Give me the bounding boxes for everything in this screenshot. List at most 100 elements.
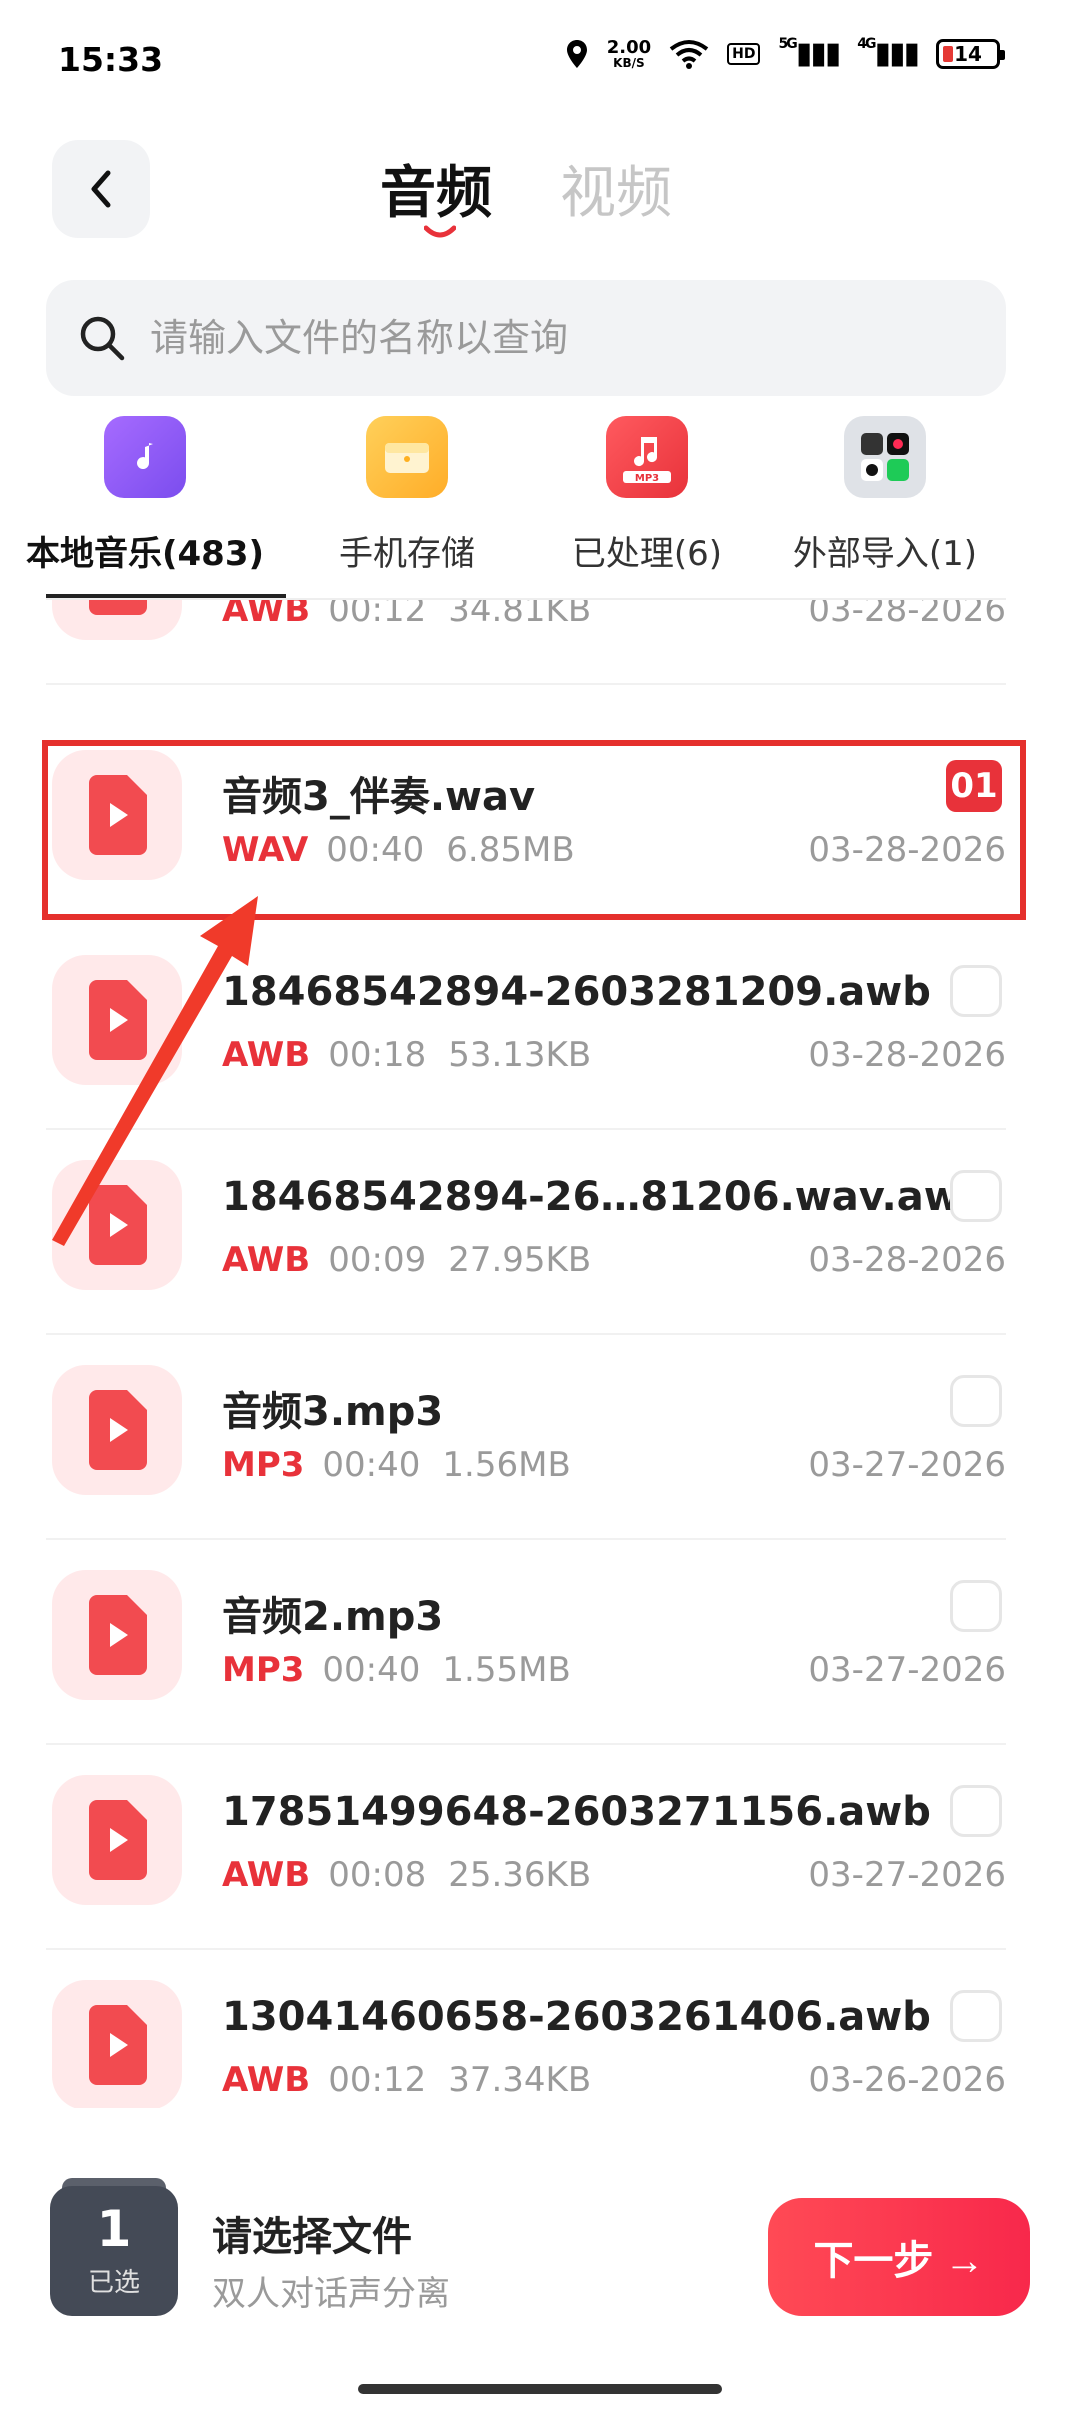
file-format: AWB [222, 1855, 311, 1895]
bottom-subtitle: 双人对话声分离 [212, 2274, 450, 2314]
file-date: 03-27-2026 [808, 1855, 1006, 1895]
category-label: 手机存储 [339, 534, 475, 574]
search-bar[interactable] [46, 280, 1006, 396]
audio-file-icon [52, 600, 182, 640]
row-divider [46, 683, 1006, 685]
signal-5g-label: 5G [778, 36, 797, 52]
file-duration: 00:12 [328, 2060, 427, 2100]
list-item[interactable]: 音频2.mp3 MP3 00:40 1.55MB 03-27-2026 [46, 1540, 1006, 1745]
file-duration: 00:40 [322, 1650, 421, 1690]
chevron-left-icon [91, 170, 111, 208]
file-meta: MP3 00:40 1.55MB [222, 1650, 571, 1690]
file-meta: AWB 00:18 53.13KB [222, 1035, 591, 1075]
file-format: AWB [222, 2060, 311, 2100]
tab-video[interactable]: 视频 [560, 148, 672, 229]
file-size: 27.95KB [448, 1240, 592, 1280]
file-format: MP3 [222, 1650, 305, 1690]
category-processed[interactable]: MP3 已处理(6) [512, 416, 782, 575]
select-checkbox[interactable] [950, 1375, 1002, 1427]
audio-file-icon [52, 1775, 182, 1905]
file-size: 25.36KB [448, 1855, 592, 1895]
hd-icon: HD [727, 42, 761, 65]
file-duration: 00:18 [328, 1035, 427, 1075]
back-button[interactable] [52, 140, 150, 238]
select-checkbox[interactable] [950, 1170, 1002, 1222]
file-size: 1.56MB [442, 1445, 571, 1485]
file-meta: MP3 00:40 1.56MB [222, 1445, 571, 1485]
file-meta: AWB 00:08 25.36KB [222, 1855, 591, 1895]
music-note-icon [104, 416, 186, 498]
category-phone-storage[interactable]: 手机存储 [272, 416, 542, 575]
select-checkbox[interactable] [950, 1990, 1002, 2042]
file-meta: AWB 00:09 27.95KB [222, 1240, 591, 1280]
status-bar: 15:33 2.00 KB/S HD 5G▮▮▮ 4G▮▮▮ 14 [0, 0, 1080, 120]
mp3-converter-icon: MP3 [606, 416, 688, 498]
home-indicator[interactable] [358, 2384, 722, 2394]
bottom-title: 请选择文件 [212, 2214, 412, 2260]
category-external-import[interactable]: 外部导入(1) [750, 416, 1020, 575]
file-format: AWB [222, 1035, 311, 1075]
external-apps-icon [844, 416, 926, 498]
list-item[interactable]: 13041460658-2603261406.awb AWB 00:12 37.34… [46, 1950, 1006, 2108]
file-meta: AWB 00:12 37.34KB [222, 2060, 591, 2100]
net-speed-unit: KB/S [613, 55, 645, 70]
file-name: 18468542894-26…81206.wav.awb [222, 1174, 990, 1220]
file-name: 18468542894-2603281209.awb [222, 969, 931, 1015]
signal-4g-label: 4G [857, 36, 876, 52]
file-format: MP3 [222, 1445, 305, 1485]
list-item[interactable]: 18468542894-2603281209.awb AWB 00:18 53.13… [46, 925, 1006, 1130]
location-icon [566, 39, 587, 68]
select-checkbox[interactable] [950, 1785, 1002, 1837]
list-item[interactable]: 18468542894-26…81206.wav.awb AWB 00:09 27.… [46, 1130, 1006, 1335]
file-format: AWB [222, 600, 311, 630]
list-item[interactable]: AWB 00:12 34.81KB 03-28-2026 [46, 600, 1006, 685]
wifi-icon [669, 39, 709, 69]
category-label: 本地音乐(483) [25, 534, 265, 574]
tab-active-indicator [424, 225, 456, 238]
svg-text:MP3: MP3 [635, 473, 659, 484]
file-name: 13041460658-2603261406.awb [222, 1994, 931, 2040]
audio-file-icon [52, 1980, 182, 2108]
category-label: 外部导入(1) [792, 534, 978, 574]
status-icons: 2.00 KB/S HD 5G▮▮▮ 4G▮▮▮ 14 [565, 36, 1005, 71]
file-name: 音频3.mp3 [222, 1389, 444, 1435]
file-duration: 00:09 [328, 1240, 427, 1280]
file-name: 音频2.mp3 [222, 1594, 444, 1640]
clock: 15:33 [58, 40, 164, 79]
select-checkbox[interactable] [950, 1580, 1002, 1632]
net-speed: 2.00 KB/S [607, 38, 651, 70]
file-meta: AWB 00:12 34.81KB [222, 600, 591, 630]
file-duration: 00:40 [322, 1445, 421, 1485]
file-size: 1.55MB [442, 1650, 571, 1690]
bottom-action-bar: 1 已选 请选择文件 双人对话声分离 下一步 → [0, 2108, 1080, 2412]
file-duration: 00:08 [328, 1855, 427, 1895]
file-date: 03-28-2026 [808, 600, 1006, 630]
audio-file-icon [52, 1570, 182, 1700]
search-icon [80, 316, 125, 361]
audio-file-icon [52, 1365, 182, 1495]
list-item[interactable]: 17851499648-2603271156.awb AWB 00:08 25.36… [46, 1745, 1006, 1950]
folder-icon [366, 416, 448, 498]
signal-5g-icon: 5G▮▮▮ [778, 36, 841, 71]
selected-label: 已选 [87, 2268, 140, 2298]
file-date: 03-28-2026 [808, 1240, 1006, 1280]
file-size: 34.81KB [448, 600, 592, 630]
list-item[interactable]: 音频3.mp3 MP3 00:40 1.56MB 03-27-2026 [46, 1335, 1006, 1540]
battery-level: 14 [954, 41, 982, 66]
file-date: 03-27-2026 [808, 1445, 1006, 1485]
file-date: 03-26-2026 [808, 2060, 1006, 2100]
category-local-music[interactable]: 本地音乐(483) [10, 416, 280, 575]
audio-file-icon [52, 955, 182, 1085]
file-size: 37.34KB [448, 2060, 592, 2100]
file-size: 53.13KB [448, 1035, 592, 1075]
selected-count-box[interactable]: 1 已选 [50, 2186, 178, 2316]
category-label: 已处理(6) [571, 534, 723, 574]
selected-count: 1 [96, 2200, 132, 2258]
next-step-button[interactable]: 下一步 → [768, 2198, 1030, 2316]
file-duration: 00:12 [328, 600, 427, 630]
search-input[interactable] [148, 315, 952, 361]
tab-audio[interactable]: 音频 [380, 148, 492, 229]
file-name: 17851499648-2603271156.awb [222, 1789, 931, 1835]
select-checkbox[interactable] [950, 965, 1002, 1017]
file-date: 03-28-2026 [808, 1035, 1006, 1075]
